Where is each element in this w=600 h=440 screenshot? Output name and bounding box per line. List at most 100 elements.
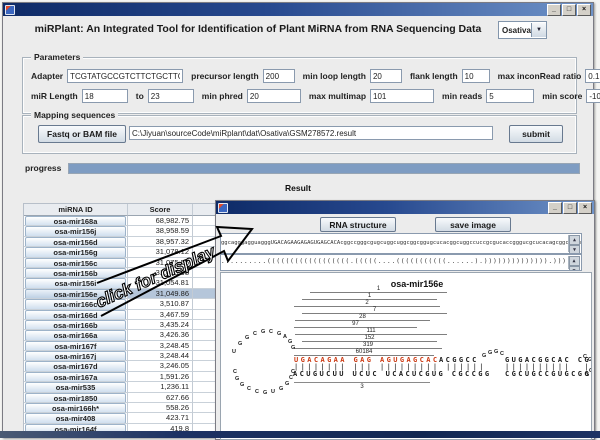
strand-sequence: CGCUGCCGUGCGG bbox=[505, 371, 591, 378]
scroll-down-icon[interactable]: ▼ bbox=[569, 245, 580, 254]
close-button[interactable]: × bbox=[578, 202, 592, 214]
param-label: min loop length bbox=[303, 71, 366, 81]
mirna-id-cell[interactable]: osa-mir156d bbox=[25, 237, 126, 247]
table-row[interactable]: osa-mir5351,236.11 bbox=[24, 382, 231, 392]
table-row[interactable]: osa-mir156b31,073.98 bbox=[24, 268, 231, 278]
sequence-textarea[interactable]: ggcagggagguagggUGACAGAAGAGAGUGAGCACAcggc… bbox=[220, 233, 582, 254]
mirna-id-cell[interactable]: osa-mir156j bbox=[25, 226, 126, 236]
table-body: osa-mir168a68,982.75osa-mir156j38,958.59… bbox=[24, 216, 231, 434]
maximize-button[interactable]: □ bbox=[563, 202, 577, 214]
maximize-button[interactable]: □ bbox=[562, 4, 576, 16]
chevron-down-icon[interactable]: ▼ bbox=[531, 23, 546, 37]
read-stack-line bbox=[302, 313, 447, 314]
main-titlebar[interactable]: _ □ × bbox=[3, 3, 593, 16]
table-row[interactable]: osa-mir168a68,982.75 bbox=[24, 216, 231, 226]
table-row[interactable]: osa-mir166b3,435.24 bbox=[24, 320, 231, 330]
read-stack-line bbox=[294, 306, 440, 307]
table-row[interactable]: osa-mir166a3,426.36 bbox=[24, 330, 231, 340]
score-cell: 3,248.45 bbox=[128, 341, 193, 351]
table-row[interactable]: osa-mir167a1,591.26 bbox=[24, 372, 231, 382]
param-input-max-multimap[interactable] bbox=[370, 89, 434, 103]
loop-nucleotide: C bbox=[269, 330, 273, 336]
progress-label: progress bbox=[25, 163, 61, 173]
mirna-id-cell[interactable]: osa-mir156e bbox=[25, 289, 126, 299]
param-input-to[interactable] bbox=[148, 89, 194, 103]
mirna-id-cell[interactable]: osa-mir156c bbox=[25, 258, 126, 268]
mirna-id-cell[interactable]: osa-mir167d bbox=[25, 361, 126, 371]
submit-button[interactable]: submit bbox=[509, 125, 563, 143]
table-row[interactable]: osa-mir166c3,510.87 bbox=[24, 299, 231, 309]
table-row[interactable]: osa-mir156d38,957.32 bbox=[24, 237, 231, 247]
scroll-up-icon[interactable]: ▲ bbox=[569, 235, 580, 245]
parameters-legend: Parameters bbox=[31, 52, 83, 62]
minimize-button[interactable]: _ bbox=[547, 4, 561, 16]
table-row[interactable]: osa-mir167d3,246.05 bbox=[24, 361, 231, 371]
param-label: precursor length bbox=[191, 71, 259, 81]
mirna-id-cell[interactable]: osa-mir535 bbox=[25, 382, 126, 392]
dotbracket-scrollbar[interactable]: ▲ ▼ bbox=[568, 256, 580, 269]
read-stack-line bbox=[294, 327, 417, 328]
loop-nucleotide: C bbox=[291, 370, 295, 376]
file-path-input[interactable] bbox=[129, 126, 493, 140]
mirna-id-cell[interactable]: osa-mir408 bbox=[25, 413, 126, 423]
mirna-id-cell[interactable]: osa-mir156g bbox=[25, 247, 126, 257]
table-row[interactable]: osa-mir156c31,075.56 bbox=[24, 258, 231, 268]
mirna-id-cell[interactable]: osa-mir166d bbox=[25, 310, 126, 320]
mirna-id-cell[interactable]: osa-mir167j bbox=[25, 351, 126, 361]
param-input-min-score[interactable] bbox=[586, 89, 600, 103]
mirna-id-cell[interactable]: osa-mir167f bbox=[25, 341, 126, 351]
param-input-max-inconread-ratio[interactable] bbox=[585, 69, 600, 83]
param-input-min-phred[interactable] bbox=[247, 89, 301, 103]
param-input-min-reads[interactable] bbox=[486, 89, 534, 103]
table-row[interactable]: osa-mir156j38,958.59 bbox=[24, 226, 231, 236]
param-input-min-loop-length[interactable] bbox=[370, 69, 402, 83]
scroll-down-icon[interactable]: ▼ bbox=[569, 266, 580, 271]
scroll-up-icon[interactable]: ▲ bbox=[569, 256, 580, 266]
read-count: 28 bbox=[359, 314, 366, 320]
java-icon bbox=[5, 5, 15, 15]
dotbracket-textarea[interactable]: ..........((((((((((((((((((.(((((....((… bbox=[220, 254, 582, 271]
minimize-button[interactable]: _ bbox=[548, 202, 562, 214]
mirna-id-cell[interactable]: osa-mir167a bbox=[25, 372, 126, 382]
rna-titlebar[interactable]: _ □ × bbox=[216, 201, 594, 214]
table-row[interactable]: osa-mir1850627.66 bbox=[24, 393, 231, 403]
mirna-id-cell[interactable]: osa-mir156i bbox=[25, 278, 126, 288]
parameters-row-2: miR Lengthtomin phredmax multimapmin rea… bbox=[31, 89, 570, 103]
rna-structure-button[interactable]: RNA structure bbox=[320, 217, 396, 232]
loop-nucleotide: A bbox=[283, 335, 287, 341]
mirna-id-cell[interactable]: osa-mir156b bbox=[25, 268, 126, 278]
table-row[interactable]: osa-mir156e31,049.86 bbox=[24, 289, 231, 299]
table-row[interactable]: osa-mir408423.71 bbox=[24, 413, 231, 423]
table-row[interactable]: osa-mir156g31,078.12 bbox=[24, 247, 231, 257]
sequence-scrollbar[interactable]: ▲ ▼ bbox=[568, 235, 580, 252]
table-row[interactable]: osa-mir167j3,248.44 bbox=[24, 351, 231, 361]
param-input-flank-length[interactable] bbox=[462, 69, 490, 83]
loop-nucleotide: C bbox=[583, 355, 587, 361]
species-dropdown[interactable]: Osativa ▼ bbox=[498, 21, 547, 39]
fastq-bam-file-button[interactable]: Fastq or BAM file bbox=[38, 125, 126, 143]
mirna-id-cell[interactable]: osa-mir1850 bbox=[25, 393, 126, 403]
save-image-button[interactable]: save image bbox=[435, 217, 511, 232]
score-cell: 31,078.12 bbox=[128, 247, 193, 257]
dotbracket-text: ..........((((((((((((((((((.(((((....((… bbox=[221, 258, 582, 265]
loop-nucleotide: G bbox=[482, 354, 486, 360]
param-input-mir-length[interactable] bbox=[82, 89, 128, 103]
param-input-precursor-length[interactable] bbox=[263, 69, 295, 83]
mirna-id-cell[interactable]: osa-mir166c bbox=[25, 299, 126, 309]
column-header-score[interactable]: Score bbox=[128, 204, 193, 216]
rna-window: _ □ × RNA structure save image ggcagggag… bbox=[215, 200, 595, 440]
mirna-id-cell[interactable]: osa-mir166b bbox=[25, 320, 126, 330]
mirna-id-cell[interactable]: osa-mir166h* bbox=[25, 403, 126, 413]
table-row[interactable]: osa-mir166d3,467.59 bbox=[24, 310, 231, 320]
close-button[interactable]: × bbox=[577, 4, 591, 16]
loop-nucleotide: G bbox=[235, 377, 239, 383]
table-row[interactable]: osa-mir166h*558.26 bbox=[24, 403, 231, 413]
column-header-mirna-id[interactable]: miRNA ID bbox=[24, 204, 128, 216]
score-cell: 1,236.11 bbox=[128, 382, 193, 392]
sequence-text: ggcagggagguagggUGACAGAAGAGAGUGAGCACAcggc… bbox=[221, 240, 582, 246]
table-row[interactable]: osa-mir156i31,054.81 bbox=[24, 278, 231, 288]
mirna-id-cell[interactable]: osa-mir166a bbox=[25, 330, 126, 340]
param-input-adapter[interactable] bbox=[67, 69, 183, 83]
mirna-id-cell[interactable]: osa-mir168a bbox=[25, 216, 126, 226]
table-row[interactable]: osa-mir167f3,248.45 bbox=[24, 341, 231, 351]
